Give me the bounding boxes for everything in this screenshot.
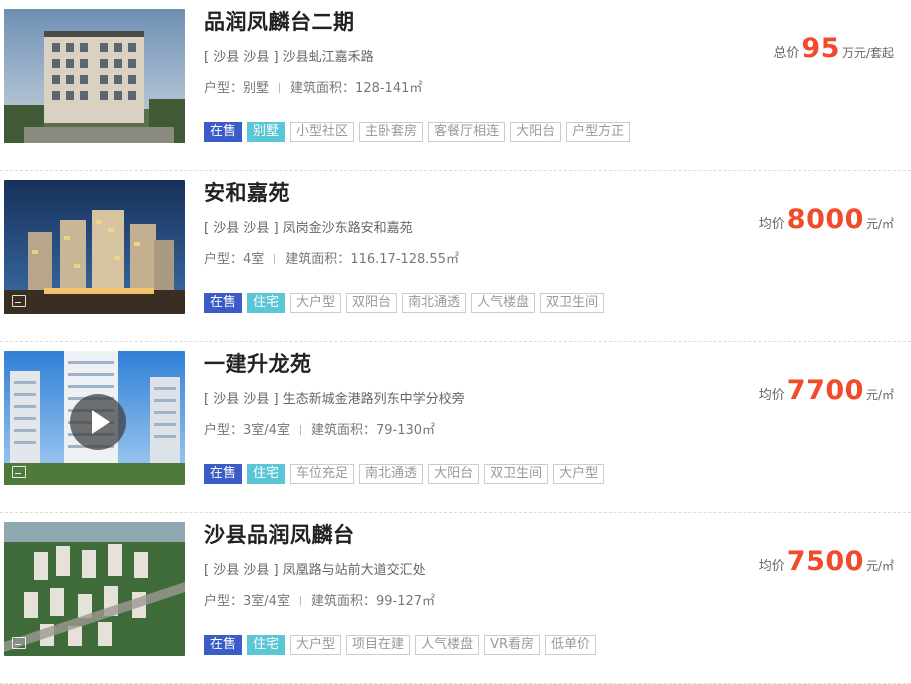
listing-item[interactable]: 品润凤麟台二期 [ 沙县 沙县 ] 沙县虬江嘉禾路 户型：别墅 建筑面积：128-… <box>0 0 911 171</box>
area-label: 建筑面积： <box>285 252 351 267</box>
feature-tag: 南北通透 <box>402 293 467 313</box>
area-value: 116.17-128.55㎡ <box>350 252 459 267</box>
price-value: 7500 <box>786 546 864 577</box>
listing-photo[interactable] <box>4 180 185 314</box>
feature-tag: 大阳台 <box>428 464 480 484</box>
layout-label: 户型： <box>204 423 244 438</box>
listing-tags: 在售 别墅 小型社区 主卧套房 客餐厅相连 大阳台 户型方正 <box>204 122 631 142</box>
listing-photo[interactable] <box>4 351 185 485</box>
spec-divider <box>279 83 281 93</box>
spec-divider <box>299 425 301 435</box>
listing-tags: 在售 住宅 大户型 双阳台 南北通透 人气楼盘 双卫生间 <box>204 293 605 313</box>
area-label: 建筑面积： <box>310 423 376 438</box>
building-photo <box>4 180 185 314</box>
layout-value: 别墅 <box>243 81 270 96</box>
feature-tag: VR看房 <box>484 635 541 655</box>
status-badge: 在售 <box>204 464 243 484</box>
listing-name[interactable]: 一建升龙苑 <box>204 348 312 378</box>
listing-photo[interactable] <box>4 522 185 656</box>
price-unit: 万元/套起 <box>841 46 894 60</box>
feature-tag: 大户型 <box>290 635 342 655</box>
feature-tag: 小型社区 <box>290 122 355 142</box>
picture-icon <box>12 637 26 649</box>
listing-tags: 在售 住宅 大户型 项目在建 人气楼盘 VR看房 低单价 <box>204 635 597 655</box>
area-label: 建筑面积： <box>310 594 376 609</box>
listing-spec: 户型：3室/4室 建筑面积：79-130㎡ <box>204 419 435 438</box>
price-prefix: 均价 <box>758 559 785 574</box>
feature-tag: 人气楼盘 <box>415 635 480 655</box>
layout-label: 户型： <box>204 594 244 609</box>
spec-divider <box>274 254 276 264</box>
listing-address: [ 沙县 沙县 ] 凤岗金沙东路安和嘉苑 <box>204 221 413 236</box>
feature-tag: 双阳台 <box>346 293 398 313</box>
price-prefix: 总价 <box>773 46 800 61</box>
property-type-badge: 住宅 <box>247 635 286 655</box>
feature-tag: 双卫生间 <box>484 464 549 484</box>
listing-spec: 户型：3室/4室 建筑面积：99-127㎡ <box>204 590 435 609</box>
property-type-badge: 住宅 <box>247 464 286 484</box>
listing-item[interactable]: 一建升龙苑 [ 沙县 沙县 ] 生态新城金港路列东中学分校旁 户型：3室/4室 建… <box>0 342 911 513</box>
listing-address: [ 沙县 沙县 ] 沙县虬江嘉禾路 <box>204 50 374 65</box>
price-unit: 元/㎡ <box>865 559 894 573</box>
listing-address: [ 沙县 沙县 ] 凤凰路与站前大道交汇处 <box>204 563 426 578</box>
building-photo <box>4 522 185 656</box>
property-type-badge: 别墅 <box>247 122 286 142</box>
layout-label: 户型： <box>204 252 244 267</box>
price-value: 7700 <box>786 375 864 406</box>
price-prefix: 均价 <box>758 217 785 232</box>
listing-spec: 户型：4室 建筑面积：116.17-128.55㎡ <box>204 248 459 267</box>
play-icon[interactable] <box>70 394 126 450</box>
feature-tag: 大阳台 <box>510 122 562 142</box>
feature-tag: 大户型 <box>553 464 605 484</box>
feature-tag: 户型方正 <box>566 122 631 142</box>
feature-tag: 双卫生间 <box>540 293 605 313</box>
status-badge: 在售 <box>204 293 243 313</box>
listing-address: [ 沙县 沙县 ] 生态新城金港路列东中学分校旁 <box>204 392 465 407</box>
listing-spec: 户型：别墅 建筑面积：128-141㎡ <box>204 77 422 96</box>
area-value: 99-127㎡ <box>375 594 436 609</box>
feature-tag: 车位充足 <box>290 464 355 484</box>
layout-value: 4室 <box>243 252 265 267</box>
area-value: 79-130㎡ <box>375 423 436 438</box>
area-label: 建筑面积： <box>290 81 356 96</box>
listing-price: 均价 8000 元/㎡ <box>759 204 894 235</box>
feature-tag: 南北通透 <box>359 464 424 484</box>
listing-price: 总价 95 万元/套起 <box>773 33 894 64</box>
price-value: 8000 <box>786 204 864 235</box>
feature-tag: 大户型 <box>290 293 342 313</box>
listing-item[interactable]: 沙县品润凤麟台 [ 沙县 沙县 ] 凤凰路与站前大道交汇处 户型：3室/4室 建筑… <box>0 513 911 684</box>
feature-tag: 项目在建 <box>346 635 411 655</box>
listing-name[interactable]: 品润凤麟台二期 <box>204 6 355 36</box>
property-type-badge: 住宅 <box>247 293 286 313</box>
price-value: 95 <box>801 33 840 64</box>
status-badge: 在售 <box>204 122 243 142</box>
listing-photo[interactable] <box>4 9 185 143</box>
feature-tag: 人气楼盘 <box>471 293 536 313</box>
listing-list: 品润凤麟台二期 [ 沙县 沙县 ] 沙县虬江嘉禾路 户型：别墅 建筑面积：128-… <box>0 0 911 684</box>
feature-tag: 主卧套房 <box>359 122 424 142</box>
feature-tag: 客餐厅相连 <box>428 122 506 142</box>
listing-item[interactable]: 安和嘉苑 [ 沙县 沙县 ] 凤岗金沙东路安和嘉苑 户型：4室 建筑面积：116.… <box>0 171 911 342</box>
listing-price: 均价 7700 元/㎡ <box>759 375 894 406</box>
status-badge: 在售 <box>204 635 243 655</box>
price-unit: 元/㎡ <box>865 388 894 402</box>
price-unit: 元/㎡ <box>865 217 894 231</box>
listing-tags: 在售 住宅 车位充足 南北通透 大阳台 双卫生间 大户型 <box>204 464 605 484</box>
layout-value: 3室/4室 <box>243 594 290 609</box>
layout-label: 户型： <box>204 81 244 96</box>
listing-name[interactable]: 沙县品润凤麟台 <box>204 519 355 549</box>
area-value: 128-141㎡ <box>355 81 423 96</box>
listing-name[interactable]: 安和嘉苑 <box>204 177 290 207</box>
spec-divider <box>299 596 301 606</box>
feature-tag: 低单价 <box>545 635 597 655</box>
layout-value: 3室/4室 <box>243 423 290 438</box>
building-photo <box>4 9 185 143</box>
picture-icon <box>12 466 26 478</box>
listing-price: 均价 7500 元/㎡ <box>759 546 894 577</box>
picture-icon <box>12 295 26 307</box>
price-prefix: 均价 <box>758 388 785 403</box>
